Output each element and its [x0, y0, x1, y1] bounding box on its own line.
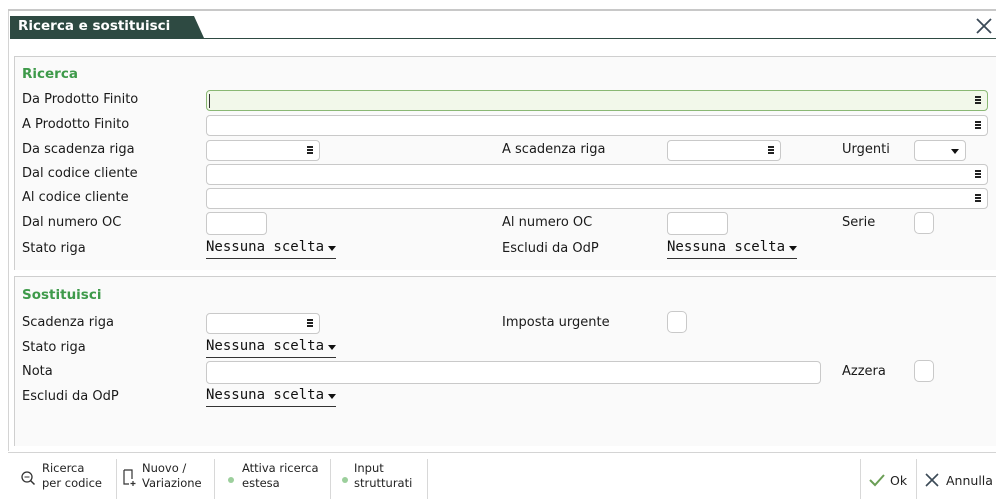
escludi-da-odp-select[interactable]: Nessuna scelta [667, 237, 798, 259]
stato-riga-select[interactable]: Nessuna scelta [206, 237, 337, 259]
calendar-menu-icon[interactable] [768, 146, 774, 155]
chevron-down-icon [328, 394, 337, 399]
sost-escludi-da-odp-label: Escludi da OdP [22, 389, 119, 404]
ricerca-section [14, 56, 996, 270]
scadenza-riga-input[interactable] [206, 313, 320, 334]
al-numero-oc-input[interactable] [667, 212, 728, 235]
dal-numero-oc-label: Dal numero OC [22, 215, 122, 230]
text-cursor [209, 94, 210, 108]
list-menu-icon[interactable] [975, 194, 981, 203]
urgenti-label: Urgenti [842, 142, 890, 157]
chevron-down-icon [328, 345, 337, 350]
ok-label: Ok [890, 473, 908, 488]
azzera-label: Azzera [842, 364, 886, 379]
sost-stato-riga-label: Stato riga [22, 340, 86, 355]
bottom-toolbar: Ricerca per codice Nuovo / Variazione At… [8, 452, 996, 500]
nota-input[interactable] [206, 361, 821, 384]
toolbar-separator [214, 459, 215, 499]
escludi-da-odp-value: Nessuna scelta [667, 239, 786, 255]
close-icon [976, 18, 992, 34]
serie-checkbox[interactable] [914, 212, 934, 234]
calendar-menu-icon[interactable] [307, 146, 313, 155]
urgenti-select[interactable] [914, 140, 966, 161]
search-icon [21, 471, 36, 486]
serie-label: Serie [842, 215, 876, 230]
a-scadenza-riga-input[interactable] [667, 140, 781, 161]
new-document-icon [123, 469, 136, 486]
window-title: Ricerca e sostituisci [18, 18, 171, 34]
list-menu-icon[interactable] [975, 121, 981, 130]
toolbar-separator [116, 459, 117, 499]
input-strutturati-button[interactable]: Input strutturati [336, 461, 430, 499]
stato-riga-label: Stato riga [22, 241, 86, 256]
sost-stato-riga-value: Nessuna scelta [206, 338, 325, 354]
input-strutturati-line1: Input [354, 461, 384, 475]
chevron-down-icon [328, 246, 337, 251]
list-menu-icon[interactable] [975, 96, 981, 105]
status-dot-icon [228, 477, 234, 483]
da-scadenza-riga-input[interactable] [206, 140, 320, 161]
a-prodotto-finito-label: A Prodotto Finito [22, 117, 130, 132]
annulla-label: Annulla [946, 473, 993, 488]
status-dot-icon [342, 477, 348, 483]
dal-numero-oc-input[interactable] [206, 212, 267, 235]
nuovo-variazione-button[interactable]: Nuovo / Variazione [122, 461, 218, 499]
dal-codice-cliente-label: Dal codice cliente [22, 166, 138, 181]
list-menu-icon[interactable] [975, 170, 981, 179]
ricerca-per-codice-line1: Ricerca [42, 461, 85, 475]
a-scadenza-riga-label: A scadenza riga [502, 142, 606, 157]
stato-riga-value: Nessuna scelta [206, 239, 325, 255]
annulla-button[interactable]: Annulla [922, 461, 996, 499]
close-icon [925, 473, 939, 487]
dal-codice-cliente-input[interactable] [206, 164, 988, 185]
toolbar-separator [330, 459, 331, 499]
imposta-urgente-label: Imposta urgente [502, 315, 610, 330]
nuovo-variazione-line2: Variazione [142, 476, 202, 490]
nuovo-variazione-line1: Nuovo / [142, 461, 187, 475]
attiva-ricerca-estesa-button[interactable]: Attiva ricerca estesa [220, 461, 324, 499]
al-codice-cliente-label: Al codice cliente [22, 190, 129, 205]
close-window-button[interactable] [972, 14, 996, 38]
toolbar-separator [916, 459, 917, 499]
al-codice-cliente-input[interactable] [206, 188, 988, 209]
da-prodotto-finito-input[interactable] [206, 90, 988, 111]
scadenza-riga-label: Scadenza riga [22, 315, 114, 330]
sost-escludi-da-odp-select[interactable]: Nessuna scelta [206, 385, 337, 407]
sost-stato-riga-select[interactable]: Nessuna scelta [206, 336, 337, 358]
toolbar-separator [427, 459, 428, 499]
ok-button[interactable]: Ok [868, 461, 918, 499]
imposta-urgente-checkbox[interactable] [667, 311, 687, 333]
toolbar-separator [860, 459, 861, 499]
al-numero-oc-label: Al numero OC [502, 215, 593, 230]
title-underline [10, 38, 996, 39]
ricerca-per-codice-button[interactable]: Ricerca per codice [20, 461, 120, 499]
nota-label: Nota [22, 364, 53, 379]
sostituisci-title: Sostituisci [22, 287, 102, 303]
window-title-tab: Ricerca e sostituisci [10, 16, 204, 38]
window-top-border [8, 9, 996, 11]
da-scadenza-riga-label: Da scadenza riga [22, 142, 135, 157]
input-strutturati-line2: strutturati [354, 476, 413, 490]
escludi-da-odp-label: Escludi da OdP [502, 241, 599, 256]
sost-escludi-da-odp-value: Nessuna scelta [206, 387, 325, 403]
attiva-ricerca-line2: estesa [242, 476, 280, 490]
azzera-checkbox[interactable] [914, 360, 934, 382]
chevron-down-icon [789, 246, 798, 251]
chevron-down-icon [951, 149, 959, 154]
da-prodotto-finito-label: Da Prodotto Finito [22, 92, 139, 107]
attiva-ricerca-line1: Attiva ricerca [242, 461, 319, 475]
window-left-border [8, 11, 9, 451]
ricerca-title: Ricerca [22, 66, 78, 82]
check-icon [869, 474, 885, 487]
ricerca-per-codice-line2: per codice [42, 476, 103, 490]
a-prodotto-finito-input[interactable] [206, 115, 988, 136]
calendar-menu-icon[interactable] [307, 319, 313, 328]
